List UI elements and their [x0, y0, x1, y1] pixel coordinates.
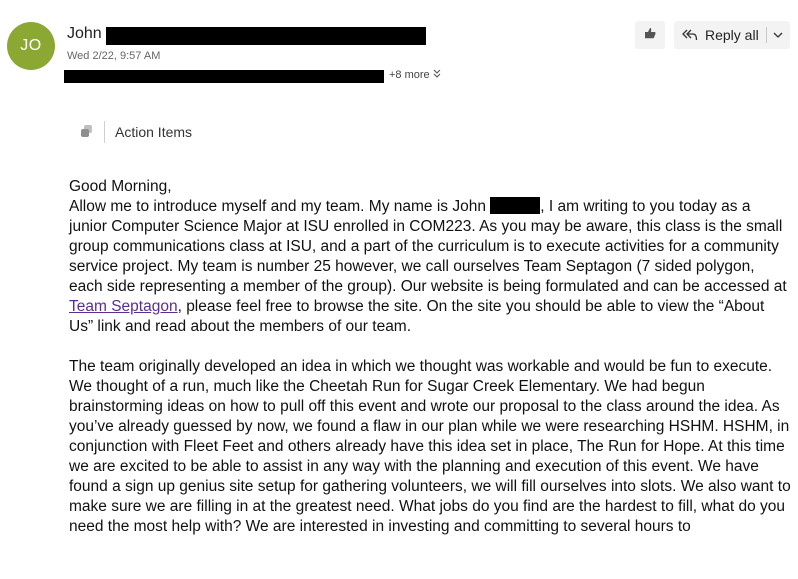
chevron-down-icon[interactable]	[773, 32, 783, 39]
redacted-name	[490, 197, 541, 214]
reply-all-label: Reply all	[705, 27, 759, 43]
avatar[interactable]: JO	[7, 22, 55, 70]
greeting: Good Morning,	[69, 178, 172, 195]
reply-all-button[interactable]: Reply all	[674, 21, 790, 49]
team-septagon-link[interactable]: Team Septagon	[69, 298, 178, 315]
action-items-label: Action Items	[115, 124, 193, 140]
sender-name[interactable]: John	[67, 25, 102, 43]
body-text: The team originally developed an idea in…	[69, 358, 791, 535]
more-recipients-label: +8 more	[389, 69, 430, 81]
redacted-sender-lastname	[106, 27, 426, 45]
sender-first-name: John	[67, 25, 102, 42]
button-divider	[765, 27, 767, 43]
message-date: Wed 2/22, 9:57 AM	[67, 50, 161, 62]
message-body: Good Morning, Allow me to introduce myse…	[69, 177, 791, 537]
react-icon	[643, 26, 657, 45]
more-recipients-link[interactable]: +8 more	[389, 69, 441, 81]
reply-all-icon	[682, 28, 698, 42]
action-items-bar[interactable]: Action Items	[80, 120, 192, 144]
message-paragraph: Good Morning, Allow me to introduce myse…	[69, 177, 791, 337]
double-chevron-down-icon	[433, 69, 441, 81]
redacted-recipients	[64, 70, 384, 83]
action-items-icon	[80, 124, 94, 141]
action-items-divider	[104, 121, 105, 143]
react-button[interactable]	[635, 21, 665, 49]
body-text: Allow me to introduce myself and my team…	[69, 198, 491, 215]
message-paragraph: The team originally developed an idea in…	[69, 357, 791, 537]
